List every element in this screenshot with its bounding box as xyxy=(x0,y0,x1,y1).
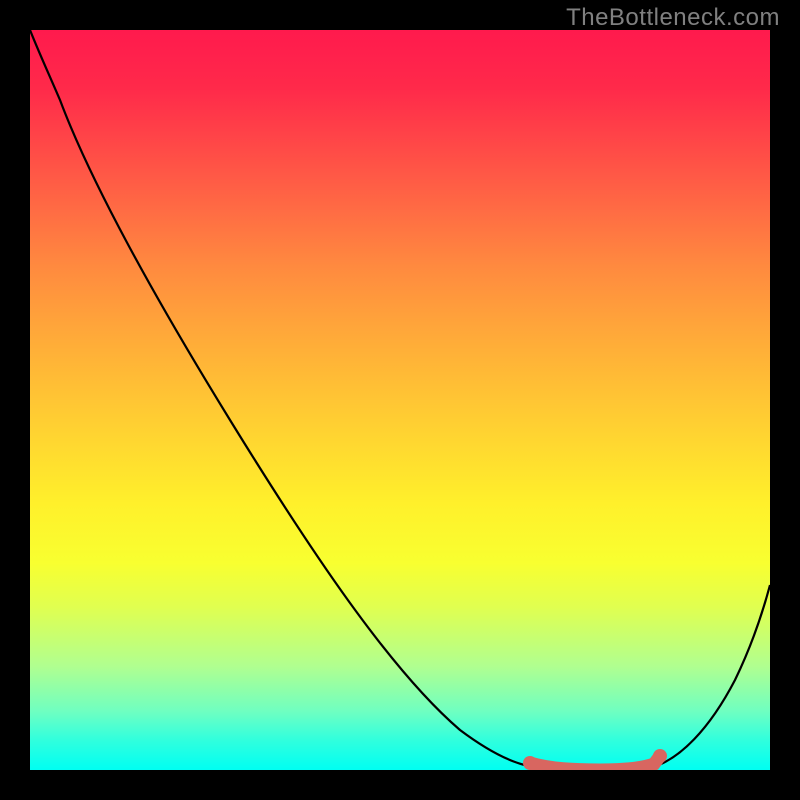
highlight-band xyxy=(530,756,660,770)
highlight-right-cap xyxy=(653,749,667,763)
chart-container: TheBottleneck.com xyxy=(0,0,800,800)
optimal-range-highlight xyxy=(30,30,770,770)
watermark-text: TheBottleneck.com xyxy=(566,4,780,32)
